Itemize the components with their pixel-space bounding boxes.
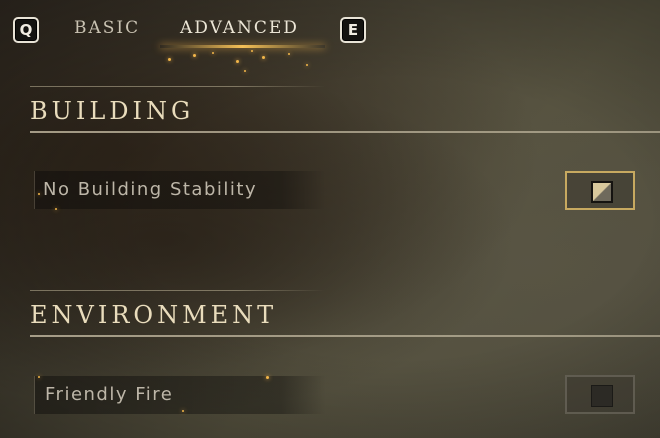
tab-basic[interactable]: BASIC bbox=[74, 18, 140, 38]
sparkle-particle bbox=[182, 410, 184, 412]
sparkle-particle bbox=[236, 60, 239, 63]
sparkle-particle bbox=[306, 64, 308, 66]
sparkle-particle bbox=[168, 58, 171, 61]
section-divider bbox=[30, 335, 660, 337]
setting-label: Friendly Fire bbox=[45, 384, 174, 405]
sparkle-particle bbox=[251, 50, 253, 52]
divider bbox=[30, 86, 325, 87]
sparkle-particle bbox=[38, 376, 40, 378]
sparkle-particle bbox=[193, 54, 196, 57]
sparkle-particle bbox=[288, 53, 290, 55]
prev-tab-key-hint[interactable]: Q bbox=[13, 17, 39, 43]
section-title-environment: ENVIRONMENT bbox=[30, 301, 278, 329]
checkbox-checked-mark bbox=[591, 181, 613, 203]
section-title-building: BUILDING bbox=[30, 97, 195, 125]
friendly-fire-checkbox[interactable] bbox=[565, 375, 635, 414]
section-divider bbox=[30, 131, 660, 133]
setting-row-friendly-fire: Friendly Fire bbox=[34, 376, 325, 414]
checkbox-empty-mark bbox=[591, 385, 613, 407]
tab-bar: Q BASIC ADVANCED E bbox=[0, 0, 660, 72]
sparkle-particle bbox=[262, 56, 265, 59]
sparkle-particle bbox=[212, 52, 214, 54]
active-tab-indicator bbox=[160, 45, 325, 48]
sparkle-particle bbox=[38, 193, 40, 195]
sparkle-particle bbox=[266, 376, 269, 379]
setting-label: No Building Stability bbox=[43, 179, 258, 200]
background-vignette bbox=[0, 0, 660, 438]
sparkle-particle bbox=[55, 208, 57, 210]
tab-advanced[interactable]: ADVANCED bbox=[180, 18, 299, 38]
setting-row-no-building-stability: No Building Stability bbox=[34, 171, 325, 209]
next-tab-key-hint[interactable]: E bbox=[340, 17, 366, 43]
divider bbox=[30, 290, 325, 291]
sparkle-particle bbox=[244, 70, 246, 72]
no-building-stability-checkbox[interactable] bbox=[565, 171, 635, 210]
